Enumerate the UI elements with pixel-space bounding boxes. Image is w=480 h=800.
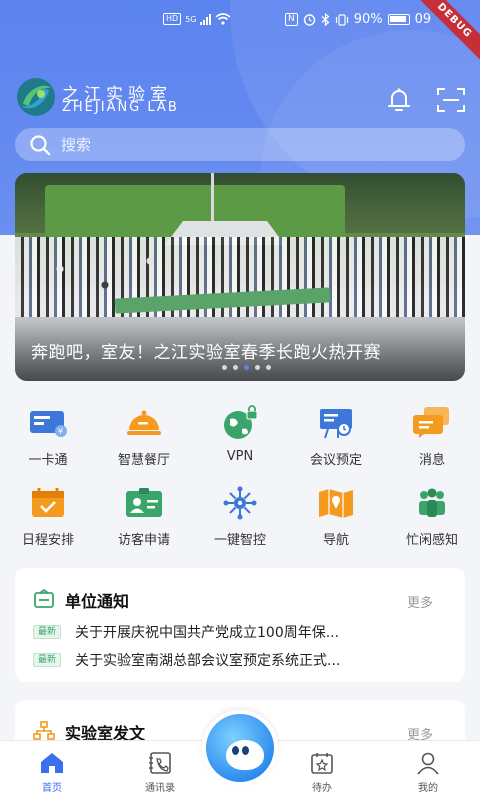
- todo-star-icon: [311, 753, 333, 774]
- battery-percent: 90%: [353, 12, 383, 27]
- grid-label: 会议预定: [309, 453, 362, 468]
- bluetooth-icon: [321, 13, 330, 26]
- clock: 09: [414, 12, 432, 27]
- grid-item-navigation[interactable]: 导航: [288, 485, 384, 548]
- assistant-mascot-button[interactable]: [202, 710, 278, 786]
- status-bar: HD 5G N 90% 09 DEBUG: [0, 0, 480, 70]
- grid-item-meeting[interactable]: 会议预定: [288, 405, 384, 468]
- smart-control-icon: [223, 486, 257, 520]
- grid-item-vpn[interactable]: VPN: [192, 405, 288, 464]
- org-chart-icon: [33, 721, 55, 740]
- notice-text: 关于实验室南湖总部会议室预定系统正式...: [75, 653, 341, 669]
- grid-label: 访客申请: [117, 533, 170, 548]
- map-icon: [319, 489, 353, 518]
- vibrate-icon: [335, 13, 348, 26]
- mascot-eye: [232, 746, 239, 755]
- wifi-icon: [215, 13, 232, 25]
- notice-item[interactable]: 最新 关于实验室南湖总部会议室预定系统正式...: [33, 650, 430, 670]
- carousel-dot[interactable]: [222, 365, 227, 370]
- grid-label: 一键智控: [213, 533, 266, 548]
- carousel-dots[interactable]: [222, 365, 271, 370]
- meeting-board-icon: [320, 409, 352, 439]
- carousel-dot[interactable]: [266, 365, 271, 370]
- vpn-globe-icon: [224, 405, 258, 439]
- notices-card: 单位通知 更多 最新 关于开展庆祝中国共产党成立100周年保... 最新 关于实…: [15, 568, 465, 682]
- alarm-icon: [303, 14, 315, 26]
- user-icon: [417, 752, 439, 775]
- grid-item-card[interactable]: ¥ 一卡通: [0, 405, 96, 468]
- tab-label: 通讯录: [145, 783, 175, 794]
- mascot-face: [226, 740, 264, 770]
- network-label: 5G: [185, 14, 197, 24]
- search-icon: [30, 134, 51, 155]
- mascot-eye: [242, 746, 249, 755]
- message-icon: [413, 407, 449, 438]
- grid-item-dining[interactable]: 智慧餐厅: [96, 405, 192, 468]
- status-right: N 90% 09: [285, 12, 431, 27]
- tab-todo[interactable]: 待办: [282, 751, 362, 794]
- battery-icon: [387, 14, 410, 25]
- svg-text:¥: ¥: [58, 427, 63, 436]
- grid-item-schedule[interactable]: 日程安排: [0, 485, 96, 548]
- grid-label: 日程安排: [21, 533, 74, 548]
- grid-label: 忙闲感知: [405, 533, 458, 548]
- hd-badge: HD: [163, 13, 182, 25]
- calendar-icon: [32, 488, 64, 517]
- zhejiang-lab-logo: [17, 78, 55, 116]
- more-link[interactable]: 更多: [407, 592, 433, 611]
- notice-text: 关于开展庆祝中国共产党成立100周年保...: [75, 625, 340, 641]
- tab-label: 我的: [418, 783, 438, 794]
- people-icon: [419, 488, 445, 517]
- grid-label: 一卡通: [28, 453, 68, 468]
- grid-label: VPN: [226, 449, 254, 464]
- bell-icon[interactable]: [384, 85, 414, 115]
- search-input[interactable]: [61, 135, 421, 154]
- new-badge: 最新: [33, 653, 62, 667]
- carousel-dot-active[interactable]: [244, 365, 249, 370]
- card-icon: ¥: [30, 411, 67, 437]
- notice-board-icon: [34, 589, 54, 608]
- home-icon: [41, 753, 63, 773]
- new-badge: 最新: [33, 625, 62, 639]
- tab-profile[interactable]: 我的: [388, 751, 468, 794]
- tab-label: 待办: [312, 783, 332, 794]
- carousel-dot[interactable]: [255, 365, 260, 370]
- banner-carousel[interactable]: 奔跑吧，室友！之江实验室春季长跑火热开赛: [15, 173, 465, 381]
- mascot-avatar: [206, 714, 274, 782]
- card-title: 单位通知: [65, 592, 130, 611]
- nfc-icon: N: [285, 13, 298, 26]
- grid-label: 消息: [418, 453, 445, 468]
- scan-icon[interactable]: [436, 86, 466, 114]
- tab-label: 首页: [42, 783, 62, 794]
- dining-icon: [127, 410, 161, 435]
- brand-name-en: ZHEJIANG LAB: [62, 100, 179, 115]
- status-left: HD 5G: [163, 13, 232, 25]
- grid-label: 导航: [322, 533, 349, 548]
- grid-label: 智慧餐厅: [117, 453, 170, 468]
- grid-item-visitor[interactable]: 访客申请: [96, 485, 192, 548]
- signal-icon: [200, 13, 212, 25]
- grid-item-message[interactable]: 消息: [384, 405, 480, 468]
- grid-item-smart-control[interactable]: 一键智控: [192, 485, 288, 548]
- contacts-book-icon: [149, 752, 171, 774]
- search-bar[interactable]: [15, 128, 465, 161]
- carousel-dot[interactable]: [233, 365, 238, 370]
- tab-contacts[interactable]: 通讯录: [120, 751, 200, 794]
- notice-item[interactable]: 最新 关于开展庆祝中国共产党成立100周年保...: [33, 622, 430, 642]
- visitor-badge-icon: [126, 488, 162, 517]
- tab-home[interactable]: 首页: [12, 751, 92, 794]
- grid-item-presence[interactable]: 忙闲感知: [384, 485, 480, 548]
- banner-caption: 奔跑吧，室友！之江实验室春季长跑火热开赛: [31, 343, 381, 363]
